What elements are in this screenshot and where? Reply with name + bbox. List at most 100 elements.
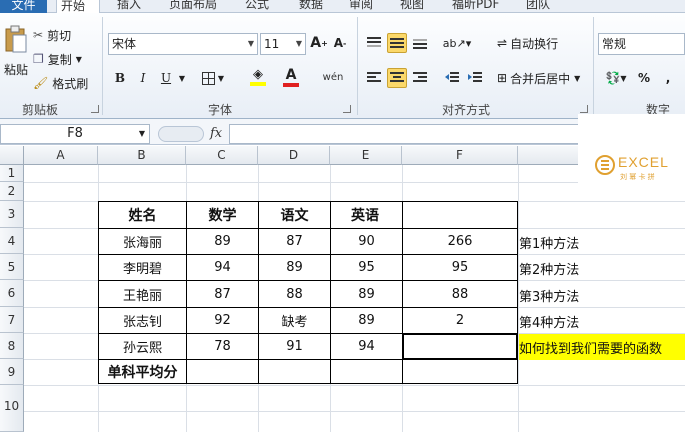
table-cell[interactable]: 89 [331, 308, 402, 333]
column-header-f[interactable]: F [402, 146, 518, 165]
alignment-launcher-icon[interactable] [580, 105, 588, 113]
row-header-5[interactable]: 5 [0, 254, 24, 280]
formula-bar-toggle[interactable] [158, 126, 204, 142]
select-all-corner[interactable] [0, 146, 24, 165]
table-cell[interactable]: 89 [331, 281, 402, 307]
column-header-b[interactable]: B [98, 146, 186, 165]
tab-foxit-pdf[interactable]: 福昕PDF [448, 0, 503, 13]
table-cell[interactable]: 87 [259, 229, 330, 254]
underline-button[interactable]: U [157, 68, 175, 88]
tab-insert[interactable]: 插入 [113, 0, 145, 13]
column-header-e[interactable]: E [330, 146, 402, 165]
table-cell[interactable]: 缺考 [259, 308, 330, 333]
increase-indent-icon[interactable] [465, 68, 485, 88]
table-cell[interactable]: 88 [403, 281, 517, 307]
table-cell[interactable]: 266 [403, 229, 517, 254]
table-cell[interactable]: 张海丽 [99, 229, 186, 254]
tab-formulas[interactable]: 公式 [241, 0, 273, 13]
table-cell[interactable]: 94 [187, 255, 258, 280]
font-name-select[interactable]: 宋体 ▼ [108, 33, 258, 55]
table-cell[interactable]: 92 [187, 308, 258, 333]
number-format-select[interactable]: 常规 [598, 33, 685, 55]
tab-review[interactable]: 审阅 [345, 0, 377, 13]
wrap-text-button[interactable]: ⇌ 自动换行 [497, 33, 558, 53]
row-header-10[interactable]: 10 [0, 385, 24, 432]
table-cell[interactable]: 张志钊 [99, 308, 186, 333]
note-method-3[interactable]: 第3种方法 [519, 282, 579, 308]
paste-icon[interactable] [2, 23, 30, 57]
table-cell[interactable]: 90 [331, 229, 402, 254]
column-header-d[interactable]: D [258, 146, 330, 165]
cut-button[interactable]: ✂ 剪切 [33, 27, 71, 43]
note-find-function[interactable]: 如何找到我们需要的函数 [519, 334, 685, 360]
header-cell-english[interactable]: 英语 [331, 202, 402, 228]
name-box[interactable]: F8 ▼ [0, 124, 150, 144]
row-header-4[interactable]: 4 [0, 228, 24, 254]
bold-button[interactable]: B [111, 68, 129, 88]
header-cell-math[interactable]: 数学 [187, 202, 258, 228]
align-center-icon[interactable] [387, 68, 407, 88]
footer-cell-average[interactable]: 单科平均分 [99, 360, 186, 383]
table-cell[interactable]: 88 [259, 281, 330, 307]
table-cell[interactable]: 91 [259, 334, 330, 359]
table-cell[interactable]: 95 [403, 255, 517, 280]
column-header-c[interactable]: C [186, 146, 258, 165]
row-header-7[interactable]: 7 [0, 307, 24, 333]
note-method-2[interactable]: 第2种方法 [519, 255, 579, 281]
comma-style-icon[interactable]: , [658, 68, 678, 88]
chevron-down-icon[interactable]: ▼ [177, 68, 187, 88]
font-color-button[interactable]: A [276, 65, 306, 89]
percent-button[interactable]: % [636, 68, 652, 88]
row-header-8[interactable]: 8 [0, 333, 24, 359]
table-cell[interactable]: 2 [403, 308, 517, 333]
table-cell[interactable]: 王艳丽 [99, 281, 186, 307]
phonetic-icon[interactable]: wén [318, 65, 348, 89]
note-method-4[interactable]: 第4种方法 [519, 308, 579, 334]
tab-view[interactable]: 视图 [396, 0, 428, 13]
borders-button[interactable]: ▼ [199, 68, 227, 88]
font-size-select[interactable]: 11 ▼ [260, 33, 306, 55]
align-top-icon[interactable] [364, 33, 384, 53]
align-right-icon[interactable] [410, 68, 430, 88]
copy-button[interactable]: ❐ 复制 ▼ [33, 51, 82, 67]
align-bottom-icon[interactable] [410, 33, 430, 53]
table-cell[interactable]: 李明碧 [99, 255, 186, 280]
clipboard-launcher-icon[interactable] [91, 105, 99, 113]
decrease-indent-icon[interactable] [442, 68, 462, 88]
align-left-icon[interactable] [364, 68, 384, 88]
table-cell[interactable]: 孙云熙 [99, 334, 186, 359]
merge-center-button[interactable]: ⊞ 合并后居中 ▼ [497, 68, 580, 88]
table-cell[interactable]: 94 [331, 334, 402, 359]
row-header-3[interactable]: 3 [0, 201, 24, 228]
paste-button[interactable]: 粘贴 [2, 61, 30, 77]
tab-file[interactable]: 文件 [0, 0, 47, 13]
table-cell[interactable]: 89 [187, 229, 258, 254]
align-middle-icon[interactable] [387, 33, 407, 53]
grow-font-icon[interactable]: A + [310, 33, 328, 53]
row-header-9[interactable]: 9 [0, 359, 24, 385]
row-header-1[interactable]: 1 [0, 165, 24, 182]
table-cell[interactable]: 89 [259, 255, 330, 280]
table-cell[interactable]: 95 [331, 255, 402, 280]
column-header-a[interactable]: A [24, 146, 98, 165]
accounting-format-icon[interactable]: 💱 ▼ [600, 68, 632, 88]
selected-cell-f8[interactable] [402, 333, 518, 360]
table-cell[interactable]: 78 [187, 334, 258, 359]
table-cell[interactable]: 87 [187, 281, 258, 307]
note-method-1[interactable]: 第1种方法 [519, 229, 579, 255]
header-cell-name[interactable]: 姓名 [99, 202, 186, 228]
row-header-6[interactable]: 6 [0, 280, 24, 307]
insert-function-icon[interactable]: fx [210, 124, 226, 144]
italic-button[interactable]: I [134, 68, 152, 88]
header-cell-chinese[interactable]: 语文 [259, 202, 330, 228]
tab-home[interactable]: 开始 [56, 0, 100, 13]
tab-data[interactable]: 数据 [295, 0, 327, 13]
fill-color-button[interactable]: ◈ [243, 65, 273, 89]
orientation-icon[interactable]: ab↗▾ [443, 33, 471, 53]
header-cell-f[interactable] [403, 202, 517, 228]
shrink-font-icon[interactable]: A- [331, 33, 349, 53]
format-painter-button[interactable]: 🖌 格式刷 [33, 75, 88, 91]
tab-team[interactable]: 团队 [522, 0, 554, 13]
font-launcher-icon[interactable] [343, 105, 351, 113]
row-header-2[interactable]: 2 [0, 182, 24, 201]
